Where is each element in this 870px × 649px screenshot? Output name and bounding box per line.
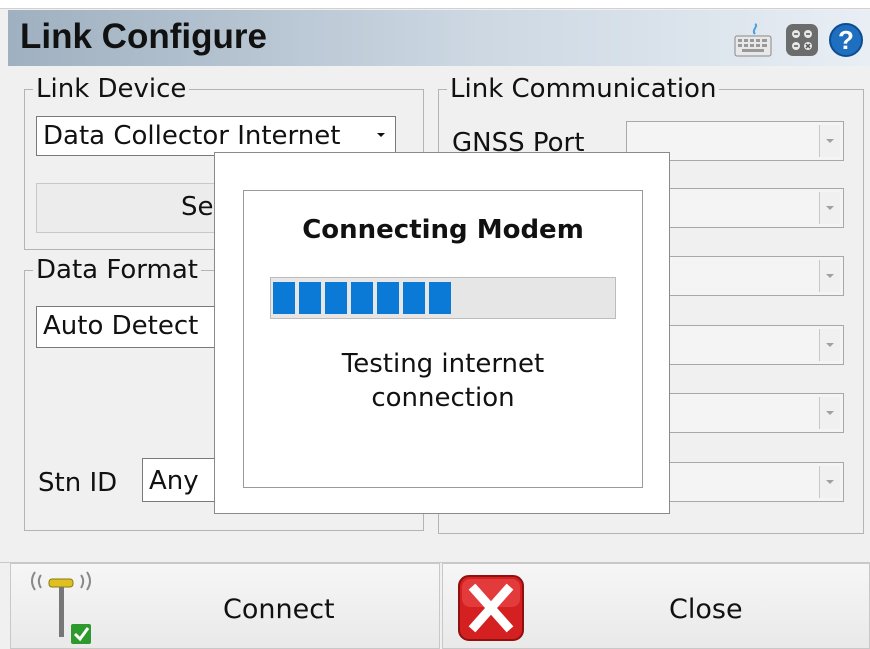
keyboard-icon[interactable] [733, 22, 772, 58]
help-icon[interactable]: ? [828, 22, 864, 58]
connect-button[interactable]: Connect [10, 563, 440, 649]
top-border [0, 0, 870, 9]
progress-segment [325, 282, 347, 314]
chevron-down-icon [819, 397, 840, 429]
chevron-down-icon [819, 329, 840, 361]
progress-segment [273, 282, 295, 314]
stn-id-input[interactable]: Any [142, 458, 222, 502]
link-device-value: Data Collector Internet [43, 121, 341, 151]
close-button[interactable]: Close [442, 563, 870, 649]
dialog-message-line2: connection [371, 383, 515, 413]
stn-id-value: Any [149, 466, 199, 496]
progress-segment [299, 282, 321, 314]
dialog-title: Connecting Modem [302, 215, 584, 245]
data-format-legend: Data Format [36, 255, 198, 285]
chevron-down-icon [377, 133, 385, 137]
antenna-connect-icon [31, 571, 91, 644]
connect-label: Connect [223, 594, 335, 625]
chevron-down-icon [819, 192, 840, 224]
window-title: Link Configure [20, 17, 267, 56]
calculator-icon[interactable] [784, 22, 820, 58]
chevron-down-icon [819, 125, 840, 157]
progress-bar [270, 277, 616, 319]
svg-text:?: ? [838, 25, 854, 55]
progress-segment [377, 282, 399, 314]
progress-segment [351, 282, 373, 314]
title-bar: Link Configure ? [8, 10, 870, 66]
close-label: Close [669, 594, 743, 625]
dialog-message-line1: Testing internet [341, 349, 545, 379]
close-icon [458, 575, 524, 641]
link-device-select[interactable]: Data Collector Internet [36, 116, 396, 156]
connecting-dialog: Connecting Modem Testing internet connec… [214, 152, 670, 514]
chevron-down-icon [819, 260, 840, 292]
stn-id-label: Stn ID [38, 468, 118, 498]
dialog-panel: Connecting Modem Testing internet connec… [243, 190, 643, 488]
progress-segment [429, 282, 451, 314]
data-format-value: Auto Detect [43, 311, 199, 341]
dialog-message: Testing internet connection [244, 347, 642, 415]
bottom-bar: Connect Close [0, 562, 870, 649]
progress-segment [403, 282, 425, 314]
chevron-down-icon [819, 466, 840, 498]
link-communication-legend: Link Communication [450, 74, 717, 104]
link-device-legend: Link Device [36, 74, 187, 104]
